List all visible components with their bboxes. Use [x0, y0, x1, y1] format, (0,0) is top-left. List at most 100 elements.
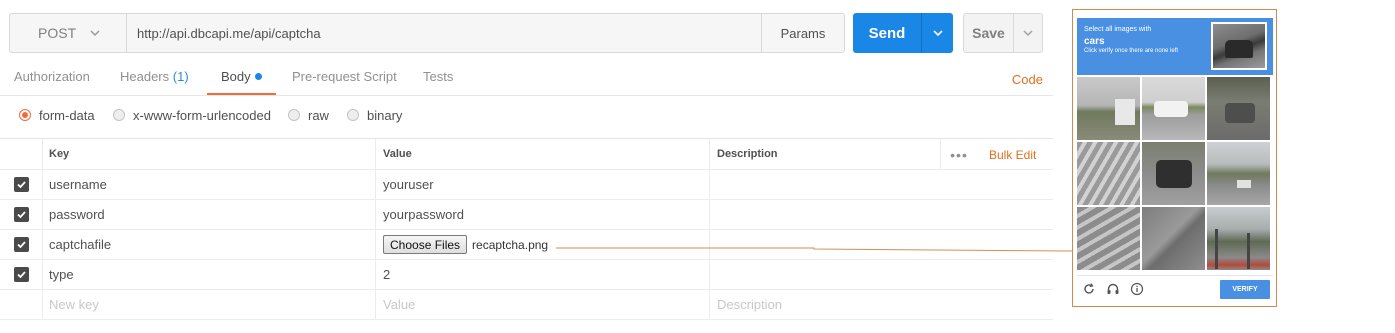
value-field[interactable]: 2 [375, 260, 709, 289]
request-bar: POST http://api.dbcapi.me/api/captcha Pa… [0, 0, 1053, 62]
radio-binary-label: binary [367, 107, 403, 123]
table-row: type 2 [0, 260, 1053, 290]
form-data-table: Key Value Description ••• Bulk Edit user… [0, 138, 1053, 320]
captcha-tile[interactable] [1207, 207, 1270, 270]
chevron-down-icon [1023, 30, 1033, 37]
radio-unselected-icon [347, 109, 359, 121]
save-options-dropdown[interactable] [1014, 14, 1042, 52]
tab-body-label: Body [221, 69, 251, 84]
send-options-dropdown[interactable] [922, 13, 953, 53]
checkmark-icon [16, 271, 26, 279]
row-checkbox-cell [0, 230, 42, 259]
code-link[interactable]: Code [1012, 72, 1043, 87]
captcha-widget: Select all images with cars Click verify… [1076, 17, 1273, 302]
row-checkbox[interactable] [13, 267, 29, 282]
params-button[interactable]: Params [761, 13, 845, 53]
more-options-icon[interactable]: ••• [941, 147, 977, 163]
captcha-target: cars [1084, 36, 1105, 47]
column-header-key: Key [42, 139, 375, 169]
captcha-hint: Click verify once there are none left [1084, 48, 1179, 54]
new-key-input[interactable]: New key [42, 290, 375, 319]
bulk-edit-link[interactable]: Bulk Edit [989, 148, 1036, 162]
column-header-value: Value [375, 139, 709, 169]
tab-tests[interactable]: Tests [423, 62, 453, 95]
headers-count-badge: (1) [172, 69, 189, 84]
checkmark-icon [16, 241, 26, 249]
row-checkbox[interactable] [13, 207, 29, 222]
new-row: New key Value Description [0, 290, 1053, 320]
verify-button[interactable]: VERIFY [1220, 280, 1270, 299]
checkmark-icon [16, 181, 26, 189]
selected-file-name: recaptcha.png [472, 237, 549, 252]
description-field[interactable] [709, 260, 1053, 289]
reload-icon[interactable] [1082, 282, 1096, 296]
captcha-tile[interactable] [1207, 77, 1270, 140]
table-row: username youruser [0, 170, 1053, 200]
key-field[interactable]: password [42, 200, 375, 229]
new-value-input[interactable]: Value [375, 290, 709, 319]
radio-binary[interactable]: binary [347, 106, 402, 124]
radio-form-data[interactable]: form-data [19, 106, 95, 124]
row-checkbox-cell [0, 170, 42, 199]
callout-connector [556, 247, 1073, 252]
key-field[interactable]: username [42, 170, 375, 199]
radio-raw[interactable]: raw [288, 106, 329, 124]
table-row: password yourpassword [0, 200, 1053, 230]
tab-prerequest-script[interactable]: Pre-request Script [292, 62, 397, 95]
request-tabs: Authorization Headers (1) Body Pre-reque… [0, 62, 1053, 96]
radio-unselected-icon [288, 109, 300, 121]
value-field[interactable]: yourpassword [375, 200, 709, 229]
key-field[interactable]: type [42, 260, 375, 289]
tab-body[interactable]: Body [207, 62, 276, 95]
value-field[interactable]: youruser [375, 170, 709, 199]
header-checkbox-column [0, 139, 42, 169]
tab-headers[interactable]: Headers (1) [120, 62, 189, 95]
new-description-input[interactable]: Description [709, 290, 1053, 319]
row-checkbox[interactable] [13, 237, 29, 252]
description-field[interactable] [709, 170, 1053, 199]
key-field[interactable]: captchafile [42, 230, 375, 259]
save-label: Save [972, 25, 1005, 41]
method-label: POST [38, 25, 77, 41]
method-select[interactable]: POST [9, 13, 126, 53]
tab-headers-label: Headers [120, 69, 170, 84]
table-header-row: Key Value Description ••• Bulk Edit [0, 139, 1053, 170]
send-button[interactable]: Send [853, 13, 953, 53]
body-modified-dot [254, 73, 262, 80]
radio-form-data-label: form-data [39, 107, 95, 123]
choose-files-button[interactable]: Choose Files [383, 235, 468, 254]
radio-selected-icon [19, 109, 31, 121]
save-button[interactable]: Save [963, 13, 1043, 53]
captcha-header: Select all images with cars Click verify… [1077, 18, 1273, 75]
captcha-tile[interactable] [1077, 207, 1140, 270]
captcha-tile[interactable] [1077, 77, 1140, 140]
headphones-icon[interactable] [1106, 282, 1120, 296]
chevron-down-icon [88, 26, 102, 40]
row-checkbox-cell [0, 290, 42, 319]
radio-raw-label: raw [308, 107, 329, 123]
radio-urlencoded-label: x-www-form-urlencoded [133, 107, 271, 123]
chevron-down-icon [932, 30, 943, 37]
captcha-footer: VERIFY [1077, 275, 1273, 301]
send-label: Send [868, 24, 906, 42]
captcha-tile[interactable] [1077, 142, 1140, 205]
description-field[interactable] [709, 200, 1053, 229]
captcha-tile[interactable] [1142, 142, 1205, 205]
captcha-instruction: Select all images with [1084, 26, 1152, 33]
captcha-tile[interactable] [1207, 142, 1270, 205]
captcha-tile[interactable] [1142, 77, 1205, 140]
captcha-tile[interactable] [1142, 207, 1205, 270]
info-icon[interactable] [1130, 282, 1144, 296]
captcha-image-grid [1077, 77, 1272, 273]
row-checkbox-cell [0, 200, 42, 229]
captcha-preview: Select all images with cars Click verify… [1072, 9, 1277, 307]
radio-urlencoded[interactable]: x-www-form-urlencoded [113, 106, 271, 124]
url-input[interactable]: http://api.dbcapi.me/api/captcha [126, 13, 762, 53]
row-checkbox[interactable] [13, 177, 29, 192]
body-type-options: form-data x-www-form-urlencoded raw bina… [0, 96, 1053, 138]
table-tools: ••• Bulk Edit [940, 139, 1053, 170]
row-checkbox-cell [0, 260, 42, 289]
tab-authorization[interactable]: Authorization [14, 62, 90, 95]
checkmark-icon [16, 211, 26, 219]
captcha-example-image [1211, 22, 1267, 70]
